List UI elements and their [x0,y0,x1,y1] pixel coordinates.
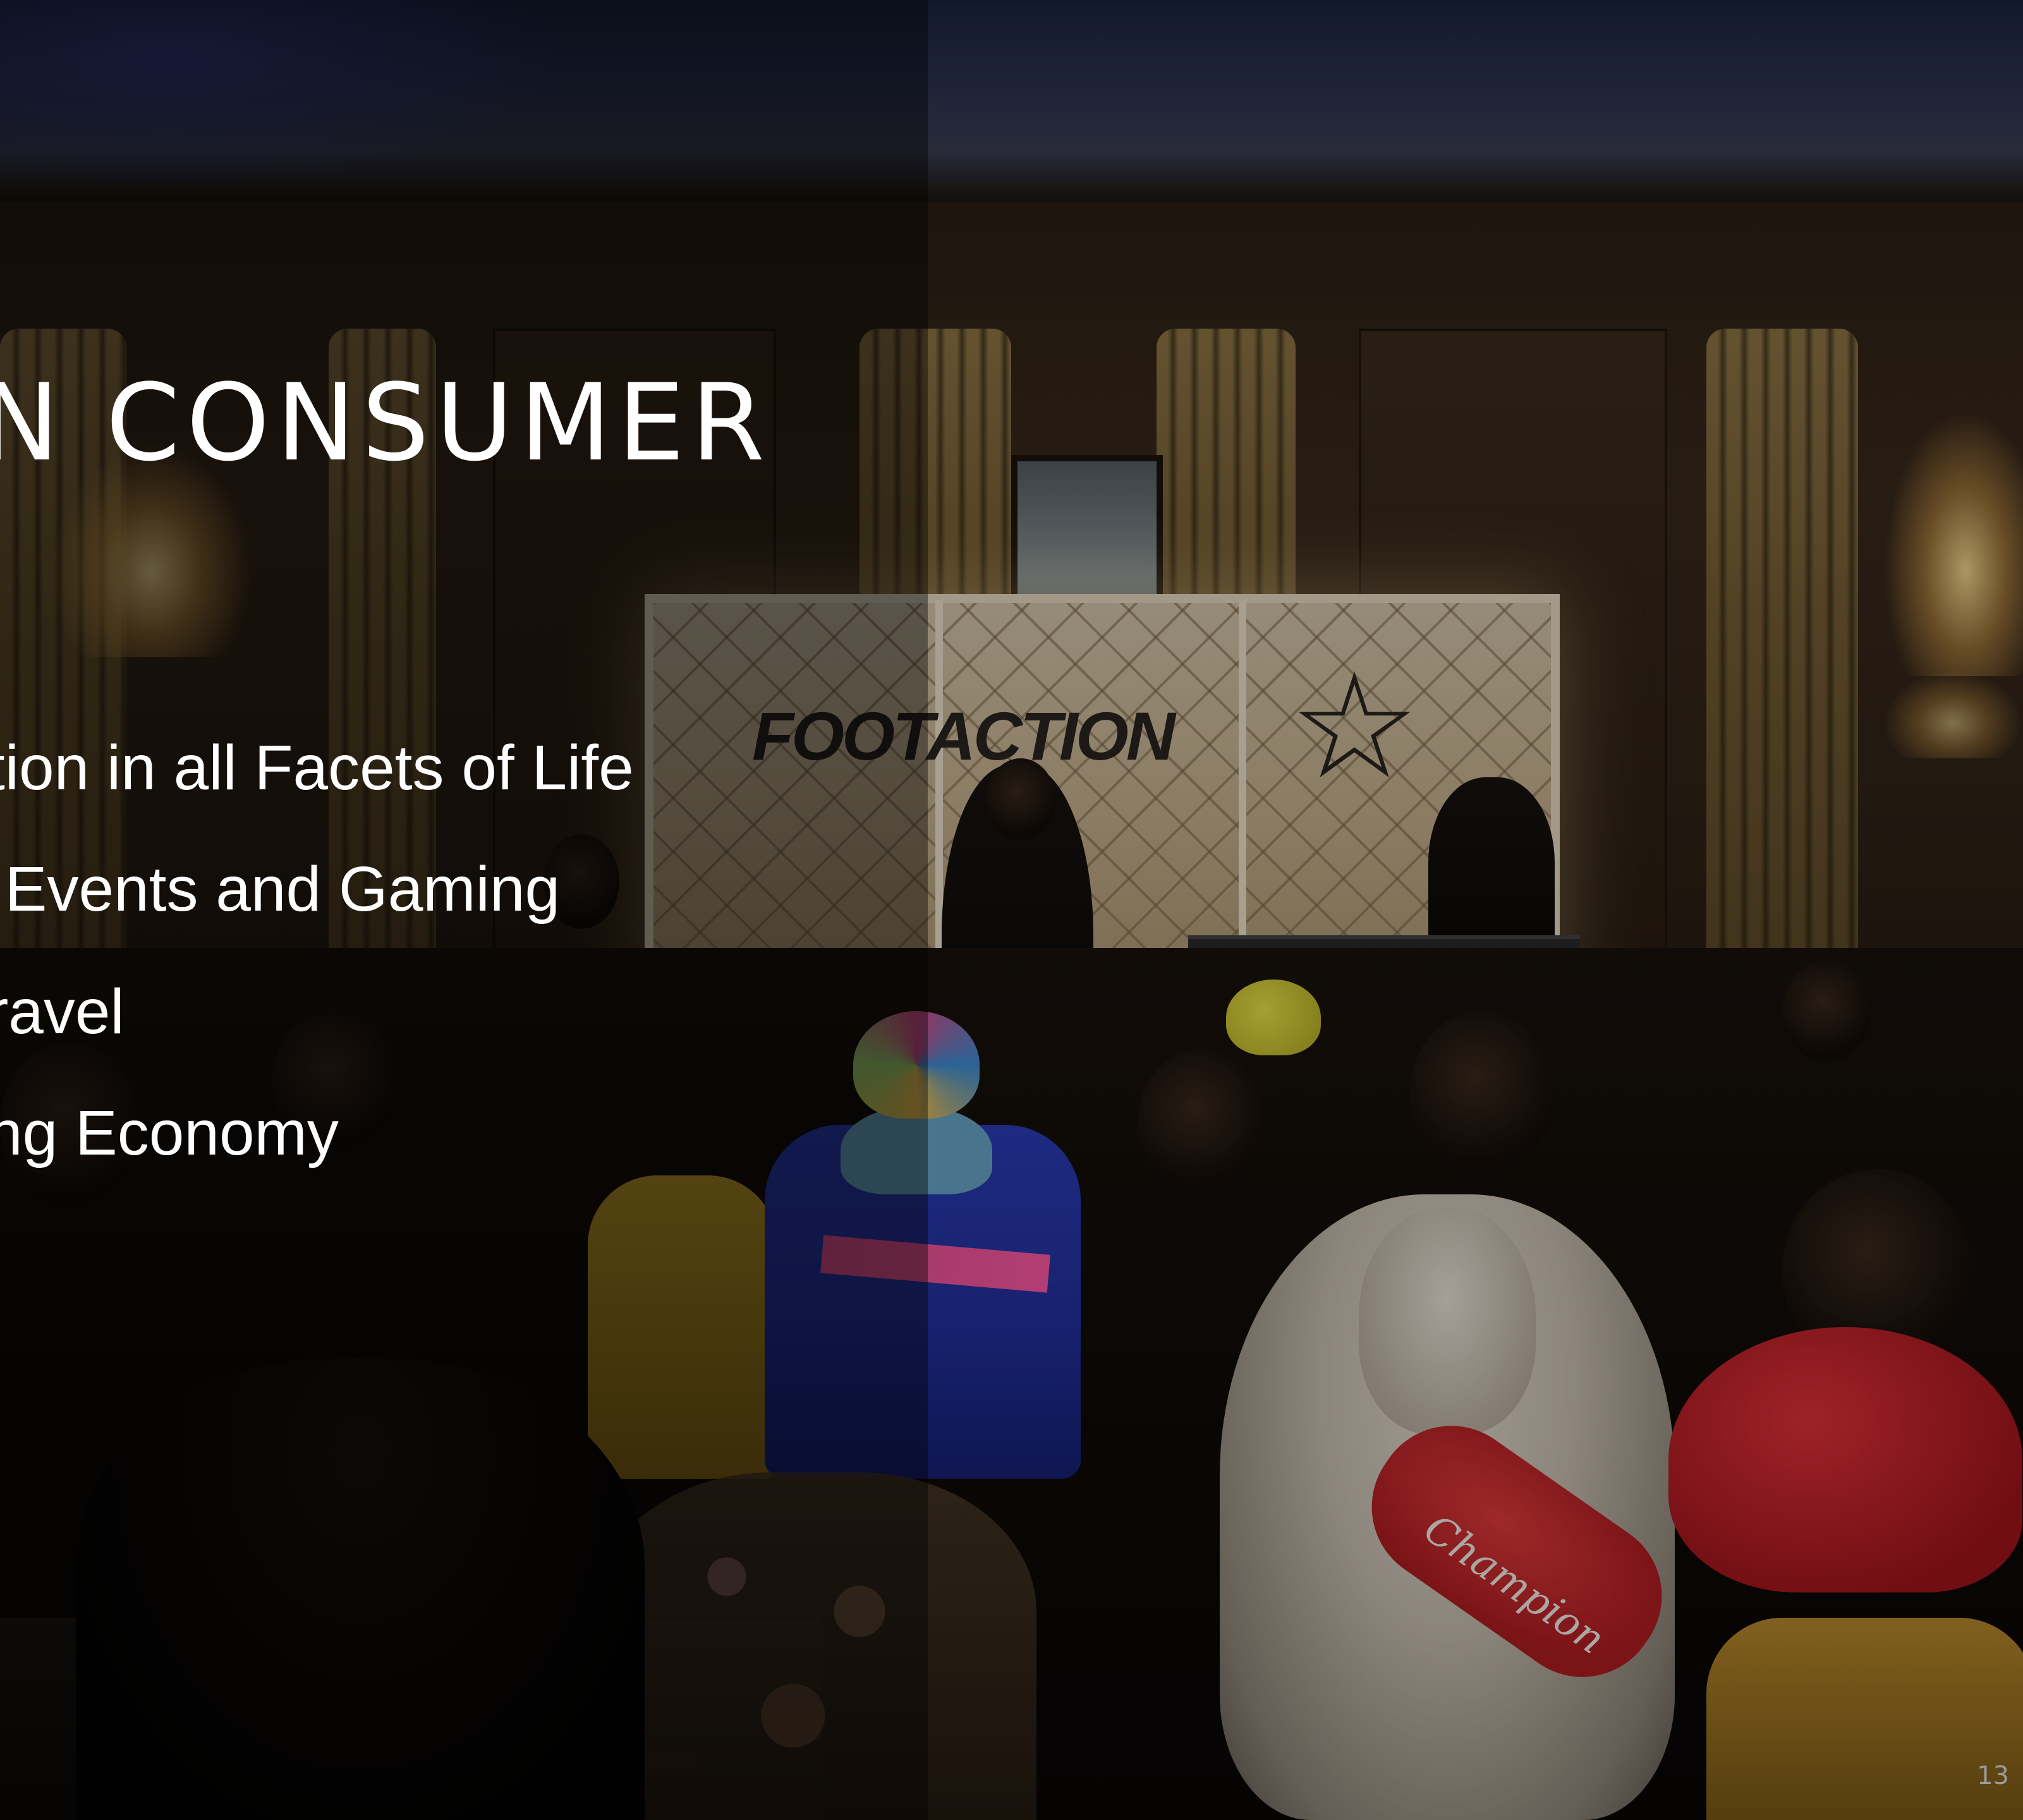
bullet-item: ng Economy [0,1098,339,1168]
slide-title: IN CONSUMER OR [0,363,784,601]
title-line-1: IN CONSUMER [0,361,771,485]
page-number: 13 [1977,1761,2009,1790]
bullet-item: tion in all Facets of Life [0,732,634,803]
slide: FOOTACTION ☆ Champion IN CONSUMER tion i… [0,0,2023,1820]
dark-overlay-right [928,0,2023,1820]
bullet-item: ravel [0,976,125,1047]
bullet-item: Events and Gaming [0,854,561,925]
